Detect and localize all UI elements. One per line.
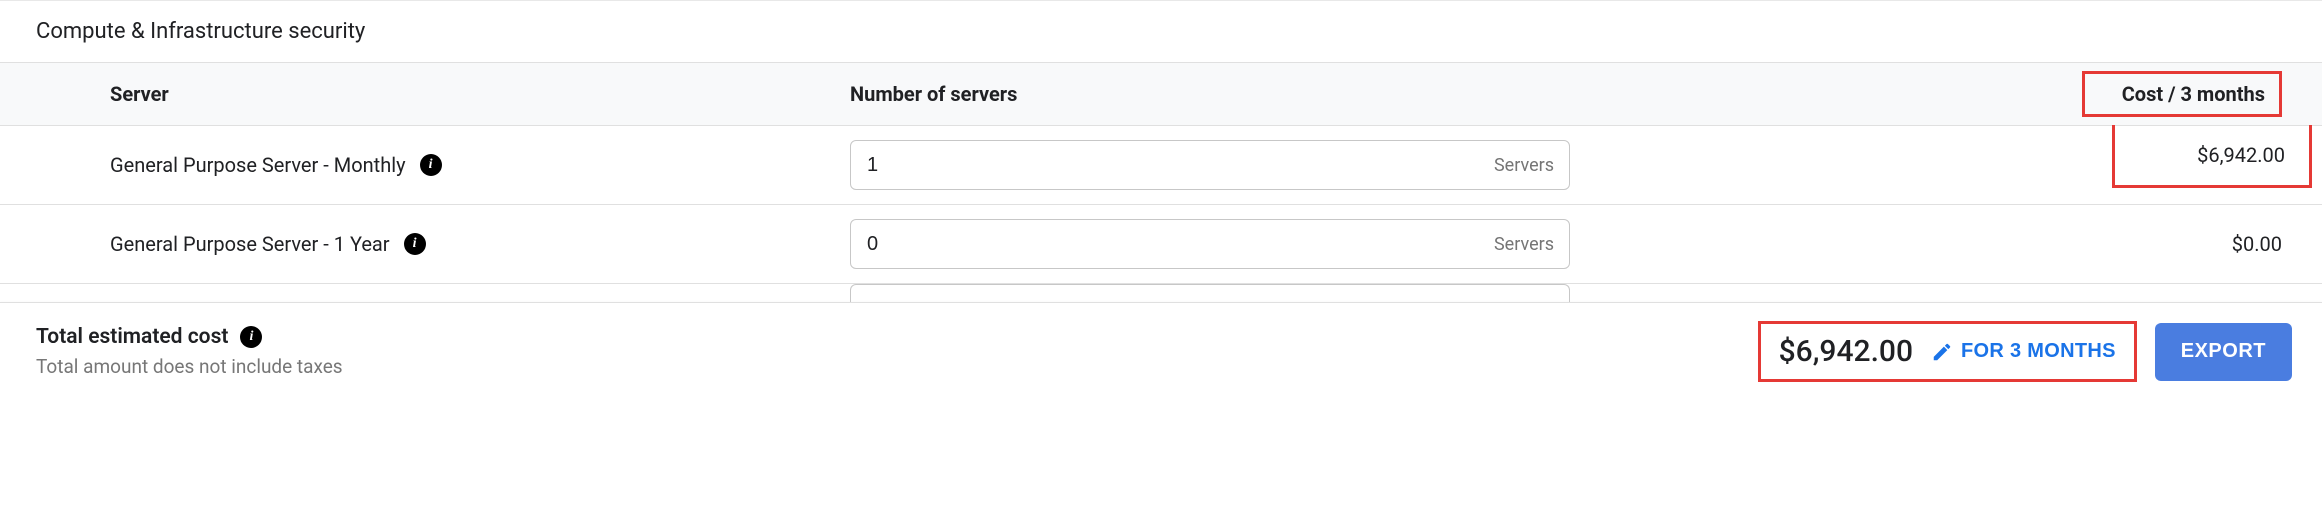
edit-period-button[interactable]: FOR 3 MONTHS xyxy=(1931,340,2116,363)
server-name: General Purpose Server - Monthly xyxy=(110,153,406,177)
footer-left: Total estimated cost i Total amount does… xyxy=(36,325,1758,378)
table-row: General Purpose Server - Monthly i Serve… xyxy=(0,126,2322,205)
header-cost-label: Cost / 3 months xyxy=(2082,71,2282,117)
total-cost-title-row: Total estimated cost i xyxy=(36,325,1758,349)
server-name: General Purpose Server - 1 Year xyxy=(110,232,390,256)
server-count-input-wrap: Servers xyxy=(850,140,1570,190)
total-amount: $6,942.00 xyxy=(1779,334,1913,369)
header-server: Server xyxy=(0,82,850,106)
pencil-icon xyxy=(1931,341,1953,363)
server-count-input-partial[interactable] xyxy=(850,284,1570,302)
footer-bar: Total estimated cost i Total amount does… xyxy=(0,302,2322,400)
server-count-input[interactable] xyxy=(850,140,1570,190)
period-label: FOR 3 MONTHS xyxy=(1961,340,2116,363)
server-count-input-wrap: Servers xyxy=(850,219,1570,269)
row-cost-cell: $6,942.00 xyxy=(2062,143,2322,188)
header-number: Number of servers xyxy=(850,82,2062,106)
row-label: General Purpose Server - Monthly i xyxy=(0,153,850,177)
row-label: General Purpose Server - 1 Year i xyxy=(0,232,850,256)
total-highlight-box: $6,942.00 FOR 3 MONTHS xyxy=(1758,321,2137,382)
row-input-cell: Servers xyxy=(850,140,2062,190)
table-header-row: Server Number of servers Cost / 3 months xyxy=(0,62,2322,126)
total-cost-title: Total estimated cost xyxy=(36,325,228,349)
info-icon[interactable]: i xyxy=(420,154,442,176)
header-cost: Cost / 3 months xyxy=(2062,77,2322,111)
input-suffix: Servers xyxy=(1494,219,1554,269)
pricing-table-container: Compute & Infrastructure security Server… xyxy=(0,0,2322,400)
row-cost-value: $6,942.00 xyxy=(2112,125,2312,188)
row-cost-cell: $0.00 xyxy=(2062,232,2322,256)
section-title: Compute & Infrastructure security xyxy=(0,0,2322,62)
row-input-cell: Servers xyxy=(850,219,2062,269)
server-count-input[interactable] xyxy=(850,219,1570,269)
input-suffix: Servers xyxy=(1494,140,1554,190)
total-cost-subtitle: Total amount does not include taxes xyxy=(36,355,1758,378)
row-cost-value: $0.00 xyxy=(2232,232,2282,256)
export-button[interactable]: EXPORT xyxy=(2155,323,2292,381)
table-row-partial xyxy=(0,284,2322,302)
table-row: General Purpose Server - 1 Year i Server… xyxy=(0,205,2322,284)
footer-right: $6,942.00 FOR 3 MONTHS EXPORT xyxy=(1758,321,2292,382)
info-icon[interactable]: i xyxy=(240,326,262,348)
info-icon[interactable]: i xyxy=(404,233,426,255)
